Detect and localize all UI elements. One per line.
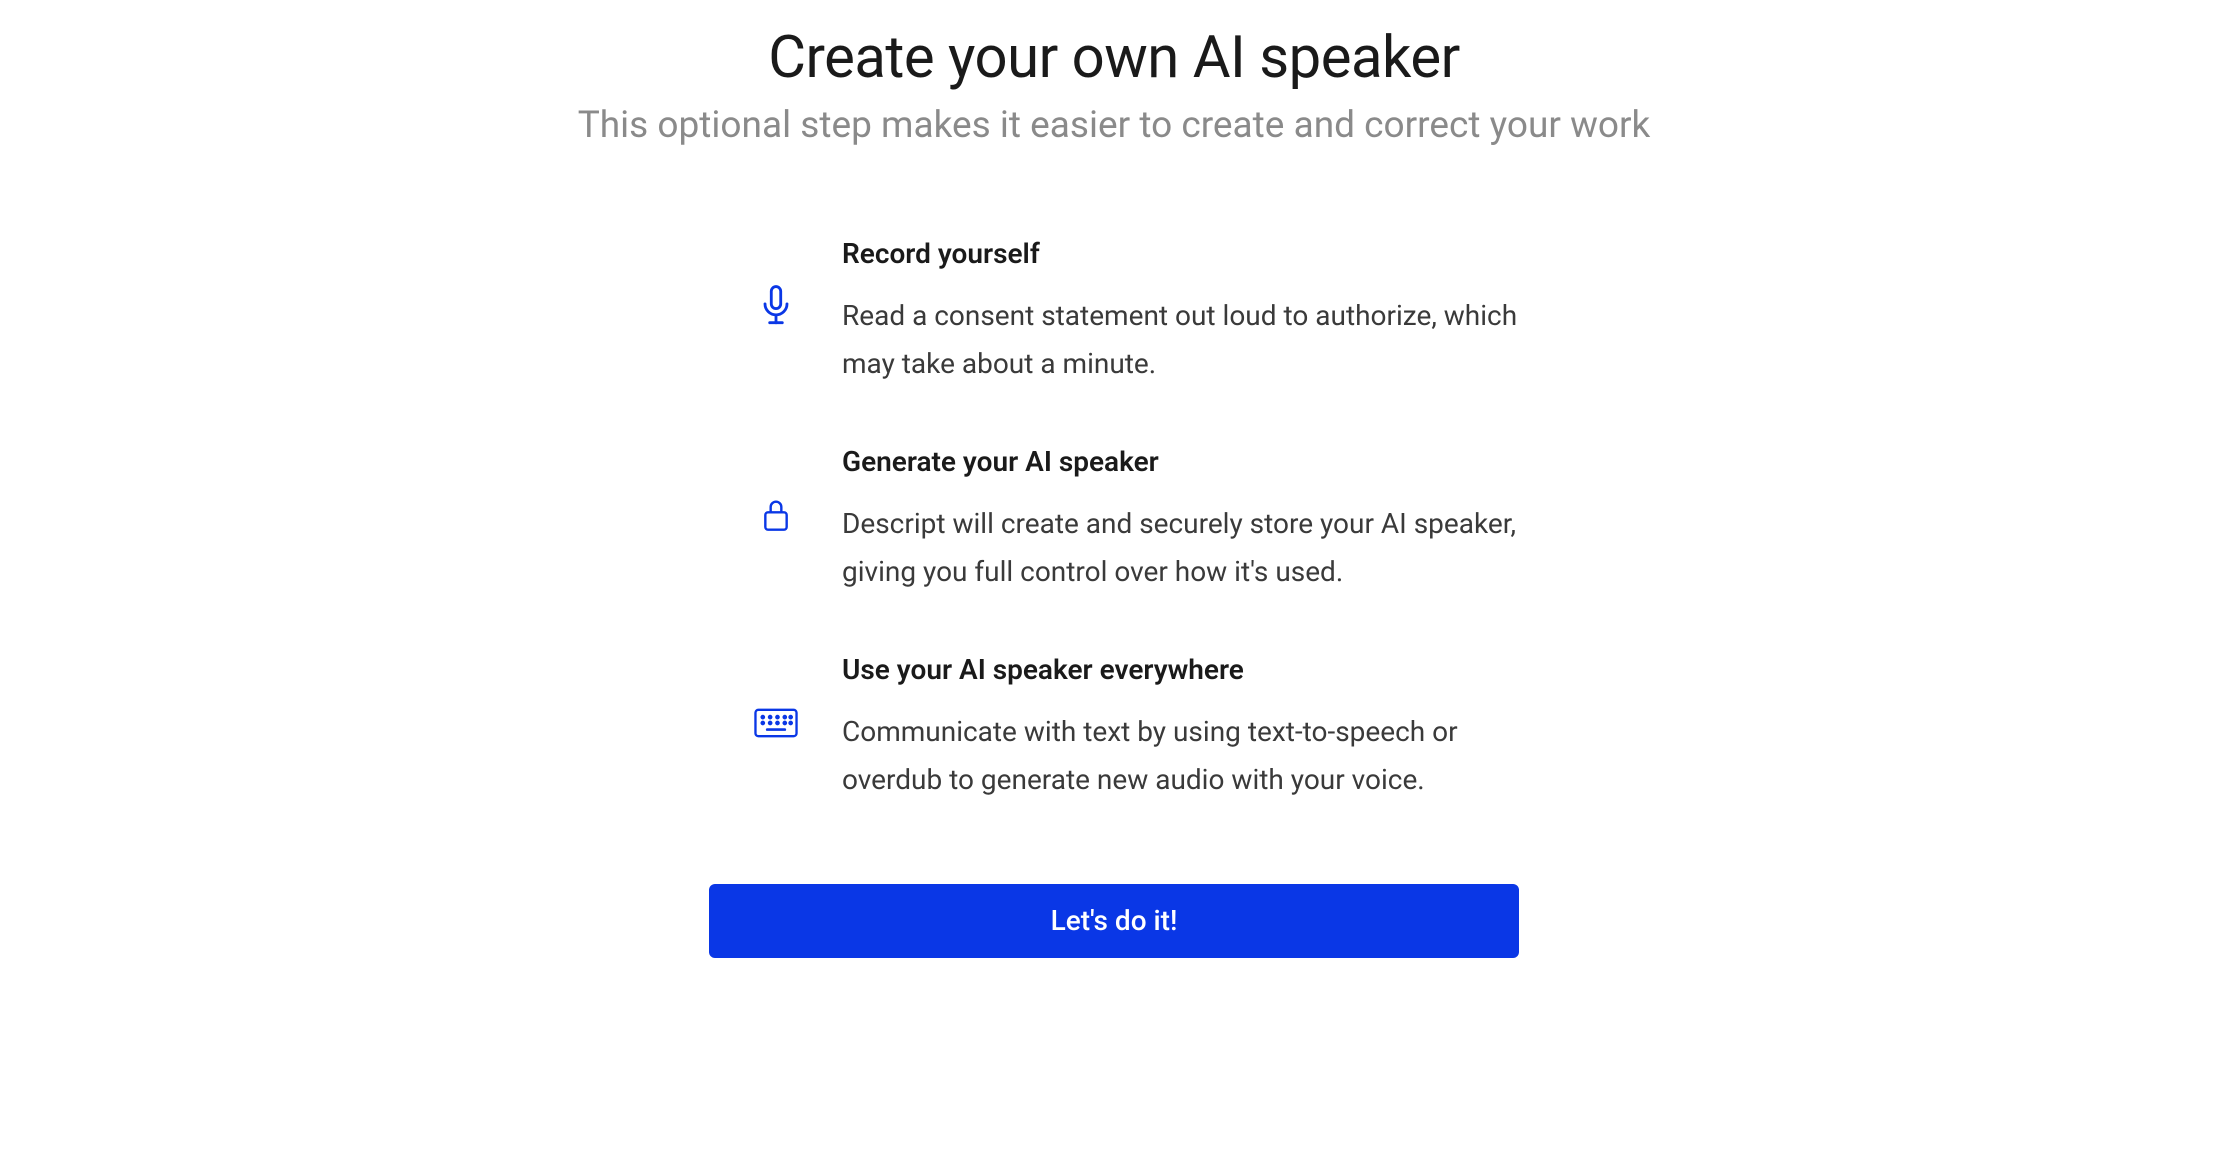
step-use: Use your AI speaker everywhere Communica… — [754, 653, 1534, 803]
steps-list: Record yourself Read a consent statement… — [694, 237, 1534, 804]
page-subtitle: This optional step makes it easier to cr… — [578, 104, 1651, 147]
page-title: Create your own AI speaker — [768, 24, 1460, 92]
step-content: Use your AI speaker everywhere Communica… — [842, 653, 1534, 803]
step-content: Generate your AI speaker Descript will c… — [842, 445, 1534, 595]
lock-icon — [754, 493, 798, 537]
keyboard-icon — [754, 701, 798, 745]
step-record: Record yourself Read a consent statement… — [754, 237, 1534, 387]
step-description: Read a consent statement out loud to aut… — [842, 292, 1534, 387]
step-description: Descript will create and securely store … — [842, 500, 1534, 595]
step-content: Record yourself Read a consent statement… — [842, 237, 1534, 387]
step-title: Record yourself — [842, 237, 1534, 270]
step-title: Generate your AI speaker — [842, 445, 1534, 478]
step-title: Use your AI speaker everywhere — [842, 653, 1534, 686]
microphone-icon — [754, 285, 798, 329]
step-description: Communicate with text by using text-to-s… — [842, 708, 1534, 803]
step-generate: Generate your AI speaker Descript will c… — [754, 445, 1534, 595]
lets-do-it-button[interactable]: Let's do it! — [709, 884, 1519, 958]
